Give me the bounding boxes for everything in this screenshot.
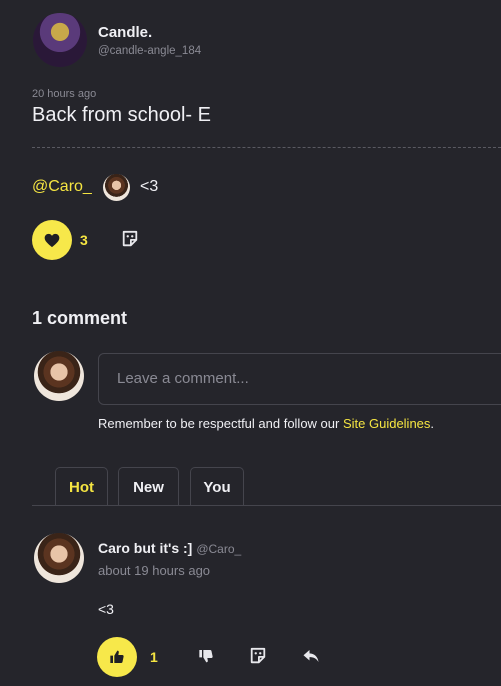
comment-dislike-button[interactable] <box>196 646 216 666</box>
mention-link[interactable]: @Caro_ <box>32 178 92 196</box>
comment-like-count: 1 <box>150 649 158 665</box>
guidelines-notice: Remember to be respectful and follow our… <box>98 416 434 431</box>
sticker-icon <box>122 230 138 247</box>
post-title: Back from school- E <box>32 104 211 126</box>
comment-reply-button[interactable] <box>300 646 322 666</box>
comment-author-name[interactable]: Caro but it's :] <box>98 540 192 556</box>
comments-heading: 1 comment <box>32 308 128 328</box>
comment-author-avatar[interactable] <box>34 533 84 583</box>
post-body-text: <3 <box>140 178 159 195</box>
like-count: 3 <box>80 232 88 248</box>
comment-author: Caro but it's :] @Caro_ <box>98 540 241 556</box>
comment-input[interactable]: Leave a comment... <box>98 353 501 405</box>
thumbs-up-icon <box>110 650 124 663</box>
current-user-avatar <box>34 351 84 401</box>
tab-new[interactable]: New <box>118 467 179 506</box>
mention-avatar <box>103 174 130 201</box>
guidelines-suffix: . <box>430 416 435 431</box>
like-button[interactable] <box>32 220 72 260</box>
heart-icon <box>44 233 60 247</box>
author-handle[interactable]: @candle-angle_184 <box>98 45 201 57</box>
comment-time: about 19 hours ago <box>98 563 211 578</box>
sticker-button[interactable] <box>119 228 141 250</box>
comment-text: <3 <box>98 601 114 617</box>
guidelines-prefix: Remember to be respectful and follow our <box>98 416 343 431</box>
reply-icon <box>303 650 319 662</box>
thumbs-down-icon <box>199 650 213 663</box>
sticker-icon <box>250 647 266 664</box>
comment-like-button[interactable] <box>97 637 137 677</box>
comment-author-handle[interactable]: @Caro_ <box>196 542 241 556</box>
comment-sticker-button[interactable] <box>247 645 269 667</box>
tab-you[interactable]: You <box>190 467 244 506</box>
tab-hot[interactable]: Hot <box>55 467 108 506</box>
author-avatar[interactable] <box>33 13 87 67</box>
divider <box>32 147 501 148</box>
author-name[interactable]: Candle. <box>98 24 152 41</box>
site-guidelines-link[interactable]: Site Guidelines <box>343 416 430 431</box>
tabs-divider <box>32 505 501 506</box>
post-timestamp: 20 hours ago <box>32 88 97 100</box>
